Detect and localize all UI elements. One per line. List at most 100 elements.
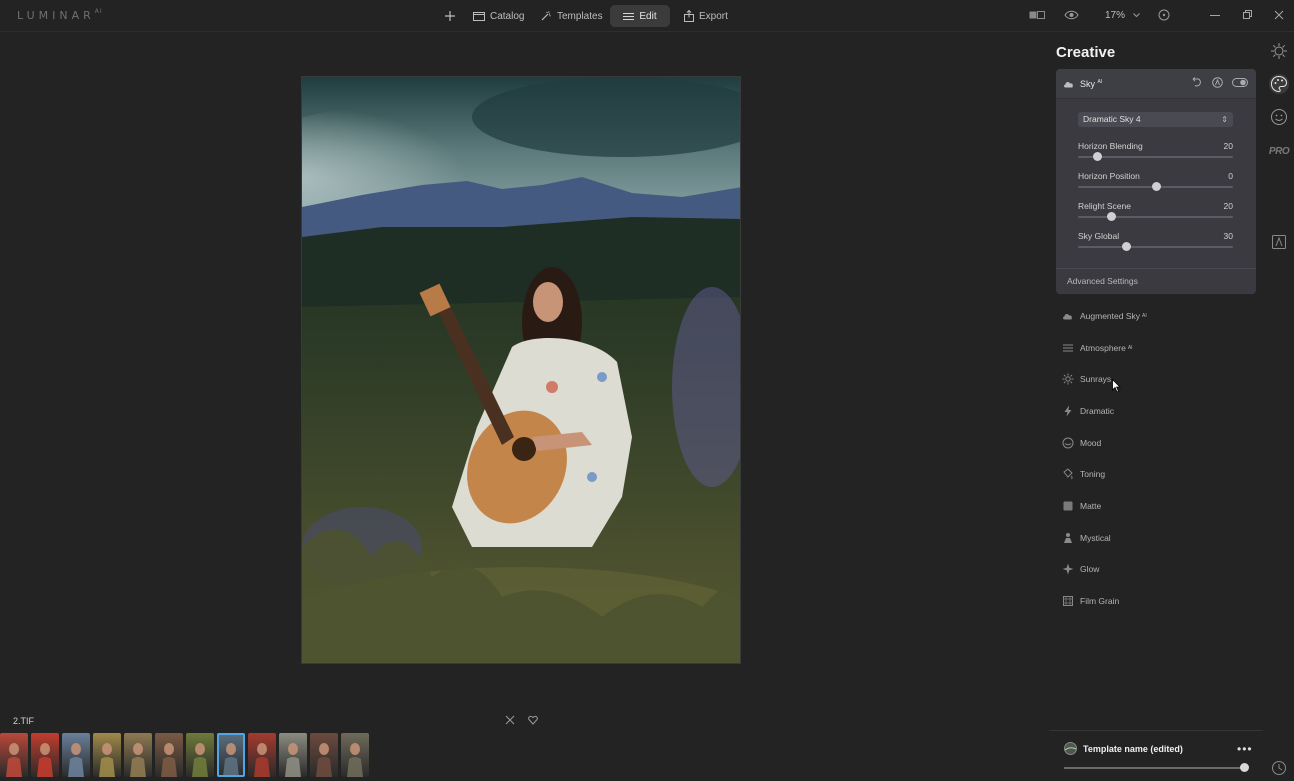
export-tab[interactable]: Export [684, 5, 728, 27]
slider-label: Sky Global [1078, 231, 1120, 241]
template-amount-slider[interactable] [1064, 767, 1246, 769]
tool-glow[interactable]: Glow [1062, 554, 1252, 586]
filmstrip-thumbnail[interactable] [31, 733, 59, 777]
sky-tool-header[interactable]: Sky AI [1056, 69, 1256, 99]
tool-mystical[interactable]: Mystical [1062, 522, 1252, 554]
reject-icon[interactable] [505, 714, 515, 726]
slider-track[interactable] [1078, 246, 1233, 248]
slider-knob[interactable] [1106, 212, 1116, 221]
sky-tool-card: Sky AI Dramatic Sky 4 ⇕ Horizon Blending… [1056, 69, 1256, 294]
zoom-dropdown[interactable]: 17% [1105, 10, 1140, 21]
lightning-icon [1062, 405, 1074, 417]
slider-label: Horizon Blending [1078, 141, 1143, 151]
filmstrip-thumbnail[interactable] [93, 733, 121, 777]
thumbnail-figure [130, 743, 146, 777]
tool-sunrays[interactable]: Sunrays [1062, 363, 1252, 395]
app-logo: LUMINARAI [17, 8, 103, 22]
thumbnail-figure [285, 743, 301, 777]
tool-label: Mood [1080, 437, 1102, 448]
filmstrip-thumbnail[interactable] [310, 733, 338, 777]
advanced-settings-toggle[interactable]: Advanced Settings [1067, 276, 1138, 286]
template-thumbnail-icon [1064, 742, 1077, 755]
slider-value: 20 [1223, 201, 1233, 211]
restore-icon[interactable] [1243, 9, 1253, 21]
add-photos-button[interactable] [444, 5, 456, 27]
portrait-face-icon[interactable] [1269, 107, 1289, 127]
sky-tool-label: Sky AI [1080, 79, 1102, 89]
tool-film-grain[interactable]: Film Grain [1062, 585, 1252, 617]
eye-icon[interactable] [1064, 9, 1079, 21]
export-icon [684, 10, 694, 22]
compare-icon[interactable] [1029, 9, 1045, 21]
divider [1049, 730, 1263, 731]
template-amount-knob[interactable] [1240, 763, 1249, 772]
slider-sky-global[interactable]: Sky Global 30 [1078, 231, 1233, 253]
panel-title: Creative [1056, 44, 1116, 61]
edit-tab[interactable]: Edit [610, 5, 670, 27]
edit-label: Edit [639, 10, 657, 22]
tool-matte[interactable]: Matte [1062, 490, 1252, 522]
main-photo[interactable] [301, 76, 741, 664]
slider-knob[interactable] [1092, 152, 1102, 161]
tool-mood[interactable]: Mood [1062, 427, 1252, 459]
chevron-down-icon [1133, 13, 1140, 18]
template-more-button[interactable]: ••• [1237, 742, 1253, 756]
up-down-chevron-icon: ⇕ [1221, 115, 1228, 124]
tool-label: Augmented Sky [1080, 310, 1141, 321]
filmstrip-thumbnail[interactable] [279, 733, 307, 777]
thumbnail-figure [192, 743, 208, 777]
thumbnail-figure [223, 743, 239, 777]
square-icon [1062, 500, 1074, 512]
slider-horizon-position[interactable]: Horizon Position 0 [1078, 171, 1233, 193]
favorite-heart-icon[interactable] [528, 714, 538, 726]
minimize-icon[interactable] [1210, 9, 1220, 21]
thumbnail-figure [347, 743, 363, 777]
bucket-icon [1062, 468, 1074, 480]
zoom-value: 17% [1105, 10, 1126, 21]
pro-tools-icon[interactable]: PRO [1269, 141, 1290, 161]
filmstrip-thumbnail[interactable] [186, 733, 214, 777]
visibility-toggle-icon[interactable] [1232, 77, 1248, 88]
catalog-label: Catalog [490, 10, 525, 22]
essentials-sun-icon[interactable] [1269, 41, 1289, 61]
glow-icon [1062, 563, 1074, 575]
slider-knob[interactable] [1151, 182, 1161, 191]
creative-tools-list: Augmented Sky AI Atmosphere AI Sunrays Dramat… [1062, 300, 1252, 617]
tool-dramatic[interactable]: Dramatic [1062, 395, 1252, 427]
filmstrip-thumbnail[interactable] [124, 733, 152, 777]
tool-toning[interactable]: Toning [1062, 458, 1252, 490]
history-clock-icon[interactable] [1269, 758, 1289, 778]
layers-icon[interactable] [1269, 232, 1289, 252]
slider-horizon-blending[interactable]: Horizon Blending 20 [1078, 141, 1233, 163]
mystical-icon [1062, 532, 1074, 544]
creative-palette-icon[interactable] [1269, 74, 1289, 94]
template-selector[interactable]: Template name (edited) [1064, 742, 1183, 755]
catalog-tab[interactable]: Catalog [473, 5, 524, 27]
filmstrip-thumbnail[interactable] [0, 733, 28, 777]
templates-tab[interactable]: Templates [540, 5, 603, 27]
folder-icon [473, 12, 485, 21]
tool-augmented-sky[interactable]: Augmented Sky AI [1062, 300, 1252, 332]
slider-relight-scene[interactable]: Relight Scene 20 [1078, 201, 1233, 223]
tool-atmosphere[interactable]: Atmosphere AI [1062, 332, 1252, 364]
filmstrip-thumbnail[interactable] [155, 733, 183, 777]
slider-knob[interactable] [1122, 242, 1132, 251]
filmstrip-thumbnail[interactable] [248, 733, 276, 777]
reset-undo-icon[interactable] [1192, 77, 1203, 88]
filmstrip-thumbnail[interactable] [62, 733, 90, 777]
tool-label: Mystical [1080, 532, 1111, 543]
plus-icon [445, 11, 455, 21]
sky-preset-select[interactable]: Dramatic Sky 4 ⇕ [1078, 112, 1233, 127]
thumbnail-figure [6, 743, 22, 777]
filmstrip [0, 733, 369, 777]
slider-track[interactable] [1078, 216, 1233, 218]
mask-icon[interactable] [1212, 77, 1223, 88]
logo-text: LUMINAR [17, 9, 95, 22]
filmstrip-thumbnail[interactable] [217, 733, 245, 777]
help-icon[interactable] [1158, 9, 1170, 21]
slider-value: 0 [1228, 171, 1233, 181]
close-icon[interactable] [1274, 9, 1284, 21]
tool-label: Film Grain [1080, 596, 1120, 607]
slider-value: 30 [1223, 231, 1233, 241]
filmstrip-thumbnail[interactable] [341, 733, 369, 777]
